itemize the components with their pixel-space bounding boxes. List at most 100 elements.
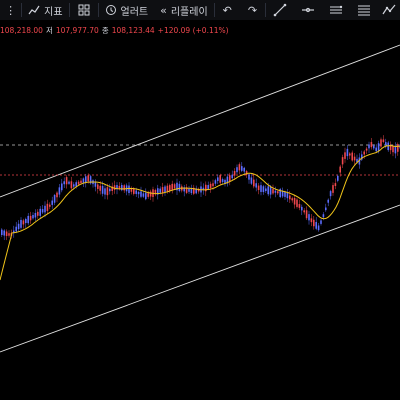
- candle-body: [313, 219, 315, 227]
- price-chart[interactable]: [0, 0, 400, 400]
- candle-body: [147, 193, 149, 197]
- candle-body: [8, 233, 10, 236]
- candle-body: [87, 175, 89, 182]
- candle-body: [80, 180, 82, 184]
- candle-body: [236, 167, 238, 173]
- candle-body: [1, 229, 3, 235]
- candle-body: [140, 191, 142, 197]
- candle-body: [209, 183, 212, 189]
- candle-body: [214, 180, 217, 184]
- candle-body: [397, 144, 399, 152]
- candle-body: [46, 203, 49, 211]
- candle-body: [289, 195, 291, 200]
- candle-body: [320, 220, 322, 224]
- candle-body: [375, 147, 377, 152]
- candle-body: [173, 184, 176, 189]
- candle-body: [385, 142, 387, 145]
- candle-body: [368, 144, 370, 149]
- candle-body: [137, 192, 140, 195]
- candle-body: [229, 175, 231, 182]
- candle-body: [212, 183, 214, 187]
- candle-body: [161, 187, 164, 193]
- candle-body: [178, 183, 181, 192]
- candle-body: [260, 185, 262, 192]
- candle-body: [329, 191, 332, 197]
- candle-body: [145, 192, 147, 200]
- candle-body: [99, 185, 101, 191]
- candle-body: [3, 230, 5, 236]
- candle-body: [49, 204, 51, 207]
- candle-body: [332, 185, 334, 193]
- candle-body: [217, 177, 219, 181]
- candle-body: [77, 181, 80, 185]
- candle-body: [373, 145, 375, 149]
- candle-body: [286, 192, 289, 199]
- candle-body: [269, 186, 272, 195]
- candle-body: [5, 231, 8, 236]
- candle-body: [121, 185, 123, 191]
- candle-body: [387, 142, 389, 151]
- candle-body: [262, 186, 265, 193]
- candle-body: [243, 167, 245, 172]
- candle-body: [58, 187, 61, 195]
- candle-body: [267, 186, 269, 195]
- candle-body: [82, 178, 85, 183]
- candle-body: [29, 215, 32, 221]
- candle-body: [255, 183, 257, 188]
- candle-body: [221, 179, 224, 182]
- candle-body: [56, 192, 58, 198]
- candle-body: [123, 185, 125, 191]
- candle-body: [317, 225, 320, 231]
- candle-body: [370, 142, 373, 148]
- candle-body: [274, 190, 277, 193]
- candle-body: [207, 185, 209, 189]
- candle-body: [305, 210, 308, 219]
- candle-body: [34, 213, 37, 218]
- candle-body: [128, 185, 130, 194]
- candle-body: [63, 181, 65, 185]
- candle-body: [75, 182, 77, 187]
- candle-body: [233, 171, 236, 176]
- candle-body: [149, 191, 152, 197]
- candle-body: [41, 209, 44, 213]
- candle-body: [382, 139, 385, 142]
- candle-body: [339, 166, 341, 173]
- candle-body: [281, 191, 284, 197]
- candle-body: [44, 205, 46, 213]
- candle-body: [166, 185, 169, 192]
- candle-body: [392, 146, 394, 153]
- candle-body: [277, 191, 279, 194]
- candle-body: [253, 179, 255, 187]
- candle-body: [365, 148, 368, 151]
- candle-body: [341, 157, 344, 165]
- candle-body: [17, 223, 20, 230]
- candle-body: [39, 208, 41, 216]
- candle-body: [32, 215, 34, 219]
- candle-body: [353, 156, 356, 161]
- candle-body: [231, 174, 233, 179]
- candle-body: [257, 185, 260, 191]
- candle-body: [171, 183, 173, 191]
- candle-body: [130, 188, 133, 192]
- candle-body: [73, 184, 75, 187]
- candle-body: [310, 218, 313, 223]
- candle-body: [159, 188, 161, 193]
- candle-body: [272, 189, 274, 194]
- candle-body: [351, 152, 353, 161]
- candle-body: [25, 218, 27, 224]
- candle-body: [53, 194, 56, 203]
- candle-body: [265, 188, 267, 192]
- candle-body: [327, 199, 329, 203]
- candle-body: [363, 151, 365, 155]
- channel-lower-line: [0, 204, 400, 353]
- candle-body: [106, 187, 109, 196]
- candle-body: [389, 145, 392, 151]
- candle-body: [315, 222, 317, 229]
- candle-body: [68, 181, 70, 184]
- candle-body: [97, 184, 99, 189]
- candle-body: [188, 188, 190, 192]
- candle-body: [298, 204, 301, 208]
- candle-body: [250, 177, 253, 184]
- candle-body: [337, 175, 339, 181]
- candle-body: [325, 207, 327, 211]
